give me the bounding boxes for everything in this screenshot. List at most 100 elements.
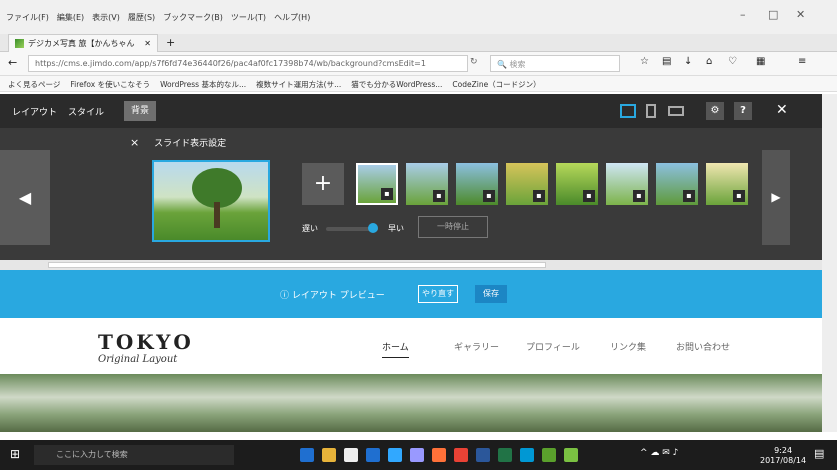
store-icon[interactable] bbox=[344, 448, 358, 462]
lock-icon: ▪ bbox=[683, 190, 695, 202]
scrollbar-thumb[interactable] bbox=[48, 262, 546, 268]
gear-icon[interactable]: ⚙ bbox=[706, 102, 724, 120]
search-input[interactable]: 🔍 検索 bbox=[490, 55, 620, 72]
desktop-view-icon[interactable] bbox=[620, 104, 636, 118]
notification-icon[interactable]: ▤ bbox=[814, 447, 824, 460]
lock-icon: ▪ bbox=[381, 188, 393, 200]
slide-thumb[interactable]: ▪ bbox=[456, 163, 498, 205]
app-icon[interactable] bbox=[542, 448, 556, 462]
title-bar: ファイル(F) 編集(E) 表示(V) 履歴(S) ブックマーク(B) ツール(… bbox=[0, 0, 837, 34]
close-editor-icon[interactable]: ✕ bbox=[776, 102, 788, 118]
menu-edit[interactable]: 編集(E) bbox=[57, 12, 84, 23]
word-icon[interactable] bbox=[476, 448, 490, 462]
site-header: TOKYO Original Layout ホーム ギャラリー プロフィール リ… bbox=[0, 318, 822, 374]
chrome-icon[interactable] bbox=[454, 448, 468, 462]
taskbar: ⊞ ここに入力して検索 ^ ☁ ✉ ♪ 9:24 2017/08/14 ▤ bbox=[0, 440, 837, 470]
close-window-icon[interactable]: ✕ bbox=[796, 8, 805, 21]
bookmark-item[interactable]: CodeZine（コードジン） bbox=[452, 79, 540, 90]
menu-history[interactable]: 履歴(S) bbox=[128, 12, 155, 23]
reload-icon[interactable]: ↻ bbox=[470, 57, 478, 67]
address-bar[interactable]: https://cms.e.jimdo.com/app/s7f6fd74e364… bbox=[28, 55, 468, 72]
windows-start-icon[interactable]: ⊞ bbox=[10, 447, 20, 461]
pause-button[interactable]: 一時停止 bbox=[418, 216, 488, 238]
preview-bar: ⓘ レイアウト プレビュー やり直す 保存 bbox=[0, 270, 822, 318]
photoshop-icon[interactable] bbox=[388, 448, 402, 462]
slide-thumb[interactable]: ▪ bbox=[706, 163, 748, 205]
edge-icon[interactable] bbox=[300, 448, 314, 462]
next-arrow-icon[interactable]: ▶ bbox=[762, 150, 790, 245]
tablet-view-icon[interactable] bbox=[668, 106, 684, 116]
pocket-icon[interactable]: ♡ bbox=[728, 56, 737, 67]
selected-slide-preview bbox=[152, 160, 270, 242]
back-arrow-icon[interactable]: ← bbox=[8, 56, 17, 69]
menu-view[interactable]: 表示(V) bbox=[92, 12, 120, 23]
reading-list-icon[interactable]: ▤ bbox=[662, 56, 671, 67]
new-tab-icon[interactable]: + bbox=[166, 36, 175, 49]
site-logo[interactable]: TOKYO bbox=[98, 330, 194, 354]
menu-bookmarks[interactable]: ブックマーク(B) bbox=[163, 12, 223, 23]
horizontal-scrollbar[interactable] bbox=[0, 260, 822, 270]
download-icon[interactable]: ↓ bbox=[684, 56, 692, 67]
star-icon[interactable]: ☆ bbox=[640, 56, 649, 67]
clock[interactable]: 9:24 2017/08/14 bbox=[760, 446, 806, 466]
nav-links[interactable]: リンク集 bbox=[610, 340, 646, 353]
vertical-scrollbar[interactable] bbox=[822, 94, 837, 432]
slide-thumb[interactable]: ▪ bbox=[406, 163, 448, 205]
extension-icon[interactable]: ▦ bbox=[756, 56, 765, 67]
taskbar-search-text: ここに入力して検索 bbox=[56, 450, 128, 459]
excel-icon[interactable] bbox=[498, 448, 512, 462]
browser-tab[interactable]: デジカメ写真 旅【かんちゃん ✕ bbox=[8, 34, 158, 52]
prev-arrow-icon[interactable]: ◀ bbox=[0, 150, 50, 245]
lock-icon: ▪ bbox=[433, 190, 445, 202]
menu-file[interactable]: ファイル(F) bbox=[6, 12, 49, 23]
bookmark-item[interactable]: よく見るページ bbox=[8, 79, 60, 90]
lock-icon: ▪ bbox=[583, 190, 595, 202]
speed-slider-handle[interactable] bbox=[368, 223, 378, 233]
slide-settings-title: × スライド表示設定 bbox=[130, 136, 226, 149]
nav-profile[interactable]: プロフィール bbox=[526, 340, 580, 353]
clock-date: 2017/08/14 bbox=[760, 456, 807, 465]
bookmark-item[interactable]: WordPress 基本的なル... bbox=[160, 79, 246, 90]
tab-title: デジカメ写真 旅【かんちゃん bbox=[28, 39, 135, 48]
favicon-icon bbox=[15, 39, 24, 48]
maximize-icon[interactable]: □ bbox=[768, 8, 778, 21]
ie-icon[interactable] bbox=[366, 448, 380, 462]
tab-background[interactable]: 背景 bbox=[124, 101, 156, 121]
clock-time: 9:24 bbox=[774, 446, 793, 455]
slide-thumb[interactable]: ▪ bbox=[656, 163, 698, 205]
system-tray-icons[interactable]: ^ ☁ ✉ ♪ bbox=[640, 448, 678, 458]
nav-home[interactable]: ホーム bbox=[382, 340, 409, 358]
slide-thumb[interactable]: ▪ bbox=[556, 163, 598, 205]
app-icon[interactable] bbox=[564, 448, 578, 462]
nav-gallery[interactable]: ギャラリー bbox=[454, 340, 499, 353]
close-settings-icon[interactable]: × bbox=[130, 136, 139, 149]
nav-contact[interactable]: お問い合わせ bbox=[676, 340, 730, 353]
firefox-icon[interactable] bbox=[432, 448, 446, 462]
slide-thumb[interactable]: ▪ bbox=[506, 163, 548, 205]
hamburger-menu-icon[interactable]: ≡ bbox=[798, 56, 806, 67]
redo-button[interactable]: やり直す bbox=[418, 285, 458, 303]
menu-tools[interactable]: ツール(T) bbox=[231, 12, 266, 23]
save-button[interactable]: 保存 bbox=[475, 285, 507, 303]
taskbar-search[interactable]: ここに入力して検索 bbox=[34, 445, 234, 465]
audition-icon[interactable] bbox=[410, 448, 424, 462]
bookmark-item[interactable]: 猫でも分かるWordPress... bbox=[351, 79, 442, 90]
slide-thumb[interactable]: ▪ bbox=[356, 163, 398, 205]
tab-layout[interactable]: レイアウト bbox=[12, 105, 57, 118]
add-slide-button[interactable]: + bbox=[302, 163, 344, 205]
slide-thumb[interactable]: ▪ bbox=[606, 163, 648, 205]
app-icon[interactable] bbox=[520, 448, 534, 462]
tab-style[interactable]: スタイル bbox=[68, 105, 104, 118]
help-icon[interactable]: ? bbox=[734, 102, 752, 120]
lock-icon: ▪ bbox=[633, 190, 645, 202]
preview-text: レイアウト プレビュー bbox=[291, 291, 385, 301]
bookmark-item[interactable]: 複数サイト運用方法(サ... bbox=[256, 79, 341, 90]
home-icon[interactable]: ⌂ bbox=[706, 56, 712, 67]
minimize-icon[interactable]: – bbox=[740, 8, 746, 21]
site-logo-sub: Original Layout bbox=[98, 354, 178, 365]
menu-help[interactable]: ヘルプ(H) bbox=[274, 12, 310, 23]
mobile-view-icon[interactable] bbox=[646, 104, 656, 118]
explorer-icon[interactable] bbox=[322, 448, 336, 462]
close-tab-icon[interactable]: ✕ bbox=[144, 39, 151, 48]
bookmark-item[interactable]: Firefox を使いこなそう bbox=[70, 79, 150, 90]
